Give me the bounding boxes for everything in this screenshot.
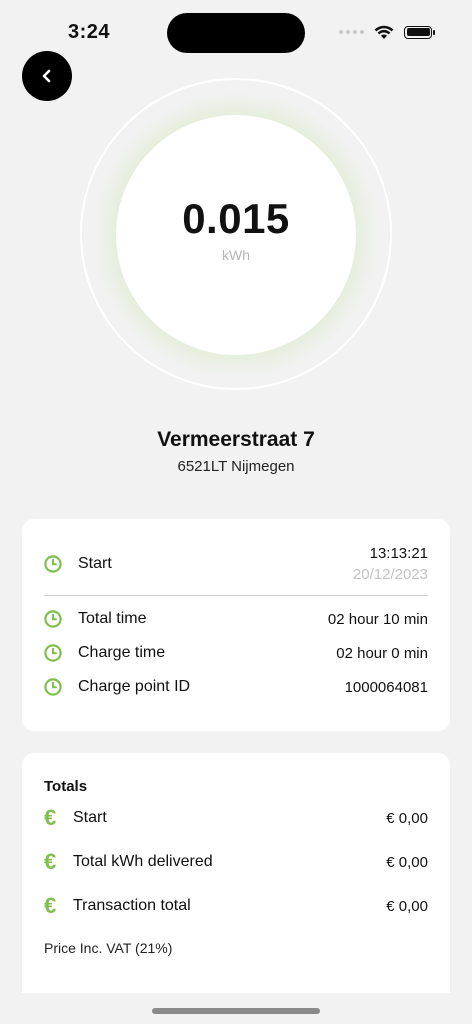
location-street: Vermeerstraat 7 <box>157 428 315 451</box>
start-time: 13:13:21 <box>369 545 428 562</box>
session-details-card: Start 13:13:21 20/12/2023 Total time 02 … <box>22 519 450 731</box>
charge-time-row: Charge time 02 hour 0 min <box>44 643 428 663</box>
total-time-value: 02 hour 10 min <box>327 610 428 628</box>
clock-icon <box>44 610 62 628</box>
clock-icon <box>44 644 62 662</box>
transaction-total-value: € 0,00 <box>386 897 428 915</box>
back-button[interactable] <box>22 51 72 101</box>
home-indicator[interactable] <box>152 1008 320 1014</box>
session-start-row: Start 13:13:21 20/12/2023 <box>44 544 428 584</box>
total-time-row: Total time 02 hour 10 min <box>44 609 428 629</box>
vat-note: Price Inc. VAT (21%) <box>44 940 173 956</box>
charge-point-id-row: Charge point ID 1000064081 <box>44 677 428 697</box>
charge-time-label: Charge time <box>78 644 166 661</box>
transaction-total-row: € Transaction total € 0,00 <box>44 894 428 918</box>
totals-start-value: € 0,00 <box>386 809 428 827</box>
clock-icon <box>44 555 62 573</box>
chevron-left-icon <box>42 69 51 83</box>
charge-time-value: 02 hour 0 min <box>336 644 428 662</box>
euro-icon: € <box>44 849 57 874</box>
status-time: 3:24 <box>68 21 111 43</box>
totals-start-row: € Start € 0,00 <box>44 806 428 830</box>
start-value: 13:13:21 20/12/2023 <box>353 545 428 583</box>
energy-gauge: 0.015 kWh <box>116 115 356 355</box>
transaction-total-label: Transaction total <box>73 897 191 914</box>
charge-point-id-value: 1000064081 <box>344 678 428 696</box>
clock-icon <box>44 678 62 696</box>
energy-value: 0.015 <box>182 195 290 242</box>
euro-icon: € <box>44 893 57 918</box>
totals-title: Totals <box>44 778 88 795</box>
total-kwh-delivered-label: Total kWh delivered <box>73 853 213 870</box>
euro-icon: € <box>44 805 57 830</box>
status-bar: 3:24 <box>0 0 472 60</box>
divider <box>44 595 428 596</box>
totals-card: Totals € Start € 0,00 € Total kWh delive… <box>22 753 450 993</box>
energy-unit: kWh <box>222 247 250 263</box>
total-kwh-delivered-value: € 0,00 <box>386 853 428 871</box>
location-city: 6521LT Nijmegen <box>177 458 295 475</box>
start-date: 20/12/2023 <box>352 566 428 583</box>
status-icons <box>339 22 435 42</box>
charge-point-id-label: Charge point ID <box>78 678 191 695</box>
dynamic-island <box>167 13 305 53</box>
totals-start-label: Start <box>73 809 107 826</box>
wifi-icon <box>374 25 394 39</box>
battery-icon <box>404 25 435 39</box>
total-time-label: Total time <box>78 610 147 627</box>
start-label: Start <box>78 555 112 572</box>
total-kwh-delivered-row: € Total kWh delivered € 0,00 <box>44 850 428 874</box>
cellular-signal-icon <box>339 30 364 34</box>
